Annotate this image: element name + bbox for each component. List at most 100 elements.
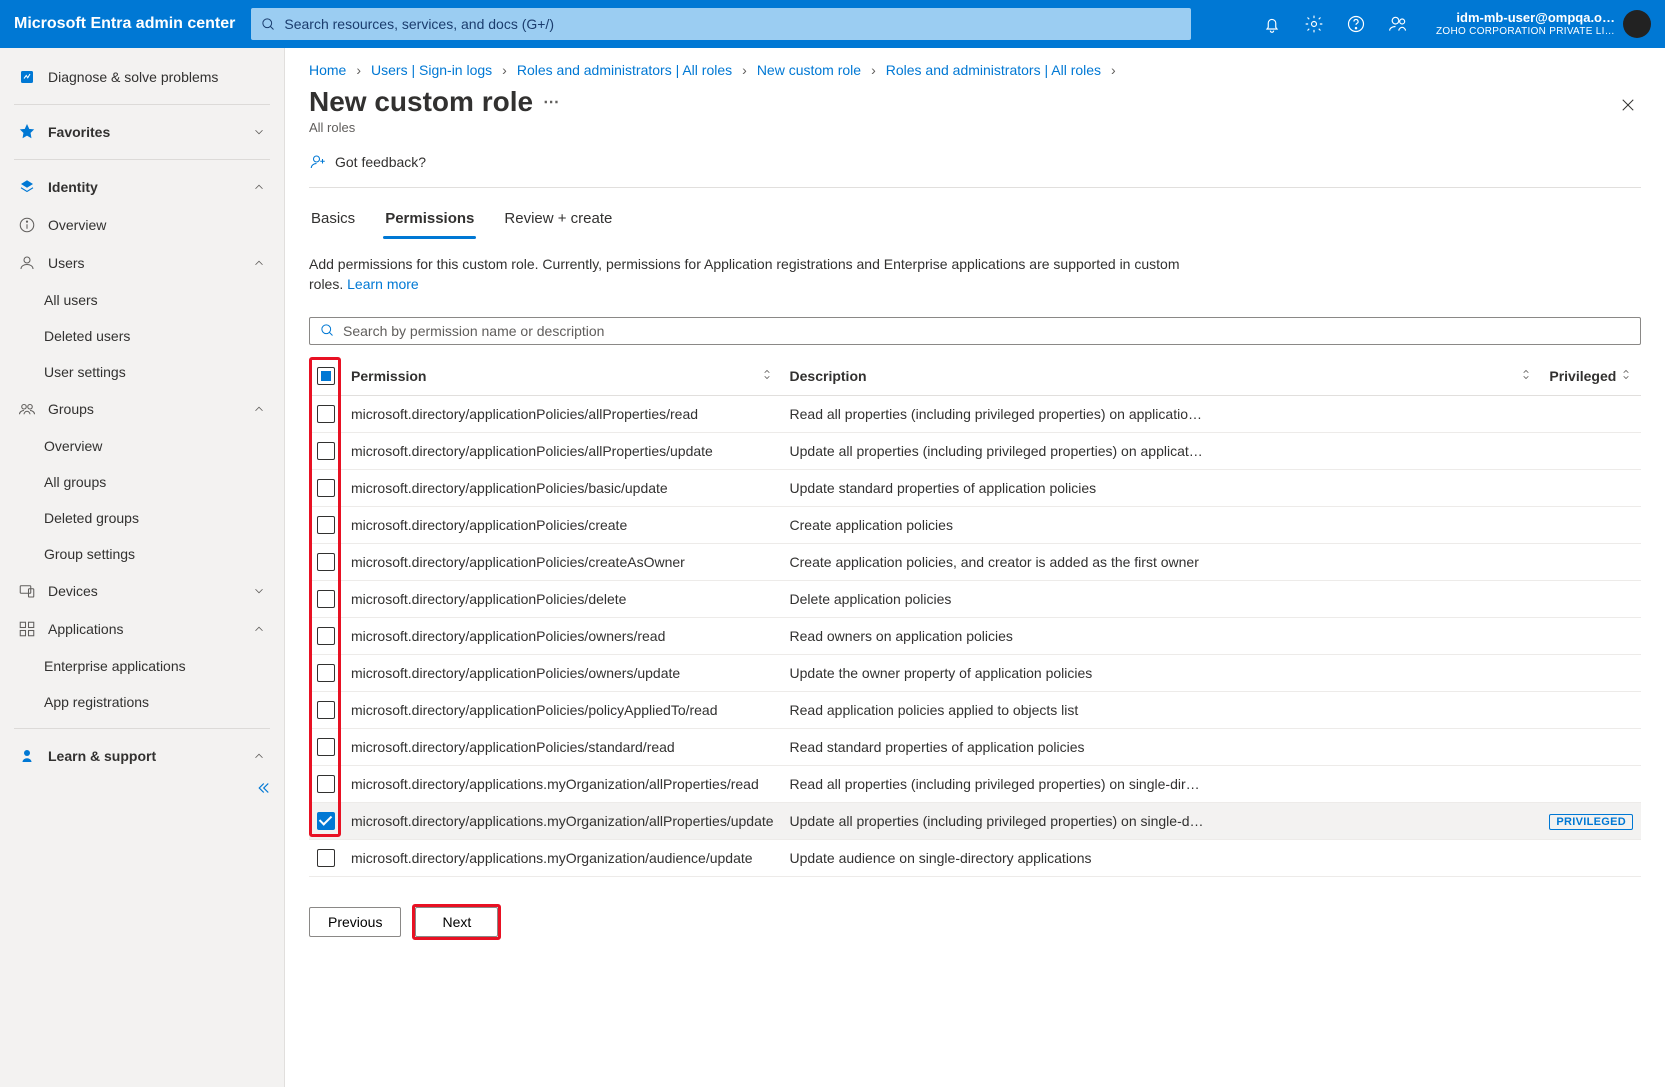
sidebar-item-group-settings[interactable]: Group settings (0, 536, 284, 572)
sidebar-item-groups[interactable]: Groups (0, 390, 284, 428)
next-button[interactable]: Next (415, 907, 498, 937)
permission-privileged (1541, 432, 1641, 469)
permission-privileged (1541, 543, 1641, 580)
table-row[interactable]: microsoft.directory/applications.myOrgan… (309, 765, 1641, 802)
breadcrumb-link[interactable]: Roles and administrators | All roles (517, 62, 732, 78)
permission-search-input[interactable] (343, 323, 1630, 339)
sidebar-item-identity[interactable]: Identity (0, 168, 284, 206)
sidebar-item-applications[interactable]: Applications (0, 610, 284, 648)
permissions-table: Permission Description Privileged (309, 357, 1641, 877)
help-icon[interactable] (1346, 14, 1366, 34)
permission-name: microsoft.directory/applicationPolicies/… (343, 432, 782, 469)
tab-review[interactable]: Review + create (502, 202, 614, 239)
sidebar-item-groups-overview[interactable]: Overview (0, 428, 284, 464)
row-checkbox[interactable] (317, 775, 335, 793)
sidebar-item-app-registrations[interactable]: App registrations (0, 684, 284, 720)
diagnose-icon (18, 68, 36, 86)
permission-description: Create application policies, and creator… (782, 543, 1542, 580)
row-checkbox[interactable] (317, 479, 335, 497)
sidebar-item-deleted-groups[interactable]: Deleted groups (0, 500, 284, 536)
row-checkbox[interactable] (317, 701, 335, 719)
sidebar-item-all-groups[interactable]: All groups (0, 464, 284, 500)
sidebar-label: Devices (48, 583, 240, 599)
tabs: Basics Permissions Review + create (309, 202, 1641, 240)
row-checkbox[interactable] (317, 849, 335, 867)
permission-privileged (1541, 580, 1641, 617)
permission-search[interactable] (309, 317, 1641, 345)
table-row[interactable]: microsoft.directory/applications.myOrgan… (309, 839, 1641, 876)
row-checkbox[interactable] (317, 664, 335, 682)
row-checkbox[interactable] (317, 442, 335, 460)
table-row[interactable]: microsoft.directory/applicationPolicies/… (309, 617, 1641, 654)
table-row[interactable]: microsoft.directory/applicationPolicies/… (309, 432, 1641, 469)
table-row[interactable]: microsoft.directory/applicationPolicies/… (309, 395, 1641, 432)
row-checkbox[interactable] (317, 553, 335, 571)
sort-icon[interactable] (1519, 367, 1533, 384)
sidebar-item-deleted-users[interactable]: Deleted users (0, 318, 284, 354)
breadcrumb-link[interactable]: Users | Sign-in logs (371, 62, 492, 78)
close-button[interactable] (1615, 92, 1641, 121)
select-all-checkbox[interactable] (317, 367, 335, 385)
notifications-icon[interactable] (1262, 14, 1282, 34)
learn-more-link[interactable]: Learn more (347, 276, 419, 292)
global-search[interactable] (251, 8, 1191, 40)
applications-icon (18, 620, 36, 638)
row-checkbox[interactable] (317, 738, 335, 756)
more-actions-icon[interactable]: ⋯ (543, 92, 559, 112)
row-checkbox[interactable] (317, 405, 335, 423)
feedback-icon[interactable] (1388, 14, 1408, 34)
permission-description: Update audience on single-directory appl… (782, 839, 1542, 876)
row-checkbox[interactable] (317, 627, 335, 645)
sidebar-item-all-users[interactable]: All users (0, 282, 284, 318)
settings-icon[interactable] (1304, 14, 1324, 34)
table-row[interactable]: microsoft.directory/applicationPolicies/… (309, 543, 1641, 580)
table-row[interactable]: microsoft.directory/applicationPolicies/… (309, 580, 1641, 617)
table-row[interactable]: microsoft.directory/applicationPolicies/… (309, 728, 1641, 765)
permission-description: Read owners on application policies (782, 617, 1542, 654)
sidebar-item-enterprise-apps[interactable]: Enterprise applications (0, 648, 284, 684)
breadcrumb-link[interactable]: New custom role (757, 62, 861, 78)
column-privileged[interactable]: Privileged (1541, 357, 1641, 396)
sidebar-item-users[interactable]: Users (0, 244, 284, 282)
tab-basics[interactable]: Basics (309, 202, 357, 239)
breadcrumb-link[interactable]: Roles and administrators | All roles (886, 62, 1101, 78)
sidebar-item-favorites[interactable]: Favorites (0, 113, 284, 151)
table-row[interactable]: microsoft.directory/applicationPolicies/… (309, 654, 1641, 691)
previous-button[interactable]: Previous (309, 907, 401, 937)
sidebar-item-diagnose[interactable]: Diagnose & solve problems (0, 58, 284, 96)
devices-icon (18, 582, 36, 600)
feedback-person-icon (309, 153, 327, 171)
sort-icon[interactable] (1619, 367, 1633, 384)
permission-name: microsoft.directory/applicationPolicies/… (343, 395, 782, 432)
table-row[interactable]: microsoft.directory/applications.myOrgan… (309, 802, 1641, 839)
column-permission[interactable]: Permission (343, 357, 782, 396)
permission-privileged (1541, 691, 1641, 728)
permission-name: microsoft.directory/applicationPolicies/… (343, 543, 782, 580)
feedback-link[interactable]: Got feedback? (309, 153, 426, 171)
breadcrumb-link[interactable]: Home (309, 62, 346, 78)
sidebar-item-overview[interactable]: Overview (0, 206, 284, 244)
row-checkbox[interactable] (317, 590, 335, 608)
permission-privileged: PRIVILEGED (1541, 802, 1641, 839)
permission-privileged (1541, 654, 1641, 691)
collapse-sidebar-button[interactable] (254, 779, 272, 800)
sidebar-label: Identity (48, 179, 240, 195)
sidebar-item-learn[interactable]: Learn & support (0, 737, 284, 775)
sort-icon[interactable] (760, 367, 774, 384)
star-icon (18, 123, 36, 141)
sidebar-item-devices[interactable]: Devices (0, 572, 284, 610)
table-row[interactable]: microsoft.directory/applicationPolicies/… (309, 691, 1641, 728)
permission-description: Read all properties (including privilege… (782, 395, 1542, 432)
global-search-input[interactable] (284, 16, 1181, 32)
row-checkbox[interactable] (317, 812, 335, 830)
permission-privileged (1541, 839, 1641, 876)
table-row[interactable]: microsoft.directory/applicationPolicies/… (309, 506, 1641, 543)
table-row[interactable]: microsoft.directory/applicationPolicies/… (309, 469, 1641, 506)
top-icon-bar: idm-mb-user@ompqa.o… ZOHO CORPORATION PR… (1262, 10, 1651, 38)
tab-permissions[interactable]: Permissions (383, 202, 476, 239)
row-checkbox[interactable] (317, 516, 335, 534)
account-menu[interactable]: idm-mb-user@ompqa.o… ZOHO CORPORATION PR… (1436, 10, 1651, 38)
identity-icon (18, 178, 36, 196)
sidebar-item-user-settings[interactable]: User settings (0, 354, 284, 390)
column-description[interactable]: Description (782, 357, 1542, 396)
